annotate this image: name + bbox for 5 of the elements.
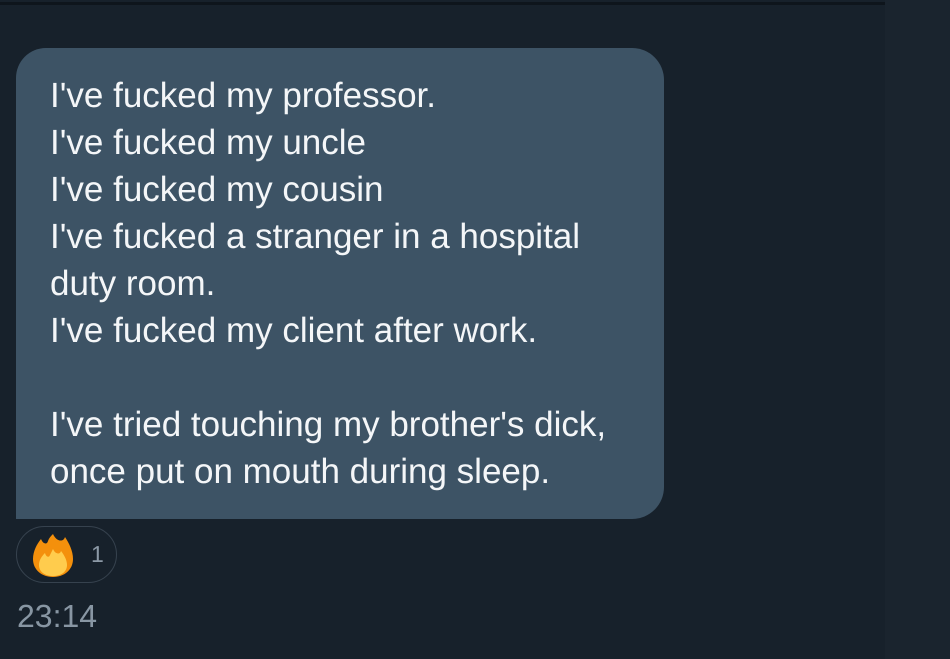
fire-icon [33, 532, 73, 576]
message-time: 23:14 [17, 598, 98, 634]
message-text: I've tried touching my brother's dick, once put on mouth during sleep. [50, 404, 608, 493]
reaction-button[interactable]: 1 [16, 526, 117, 583]
message-text: I've fucked my professor. I've fucked my uncle I've fucked my cousin I've fucked a stranger in a hospital duty room. I've fucked my client after work. [50, 75, 582, 352]
